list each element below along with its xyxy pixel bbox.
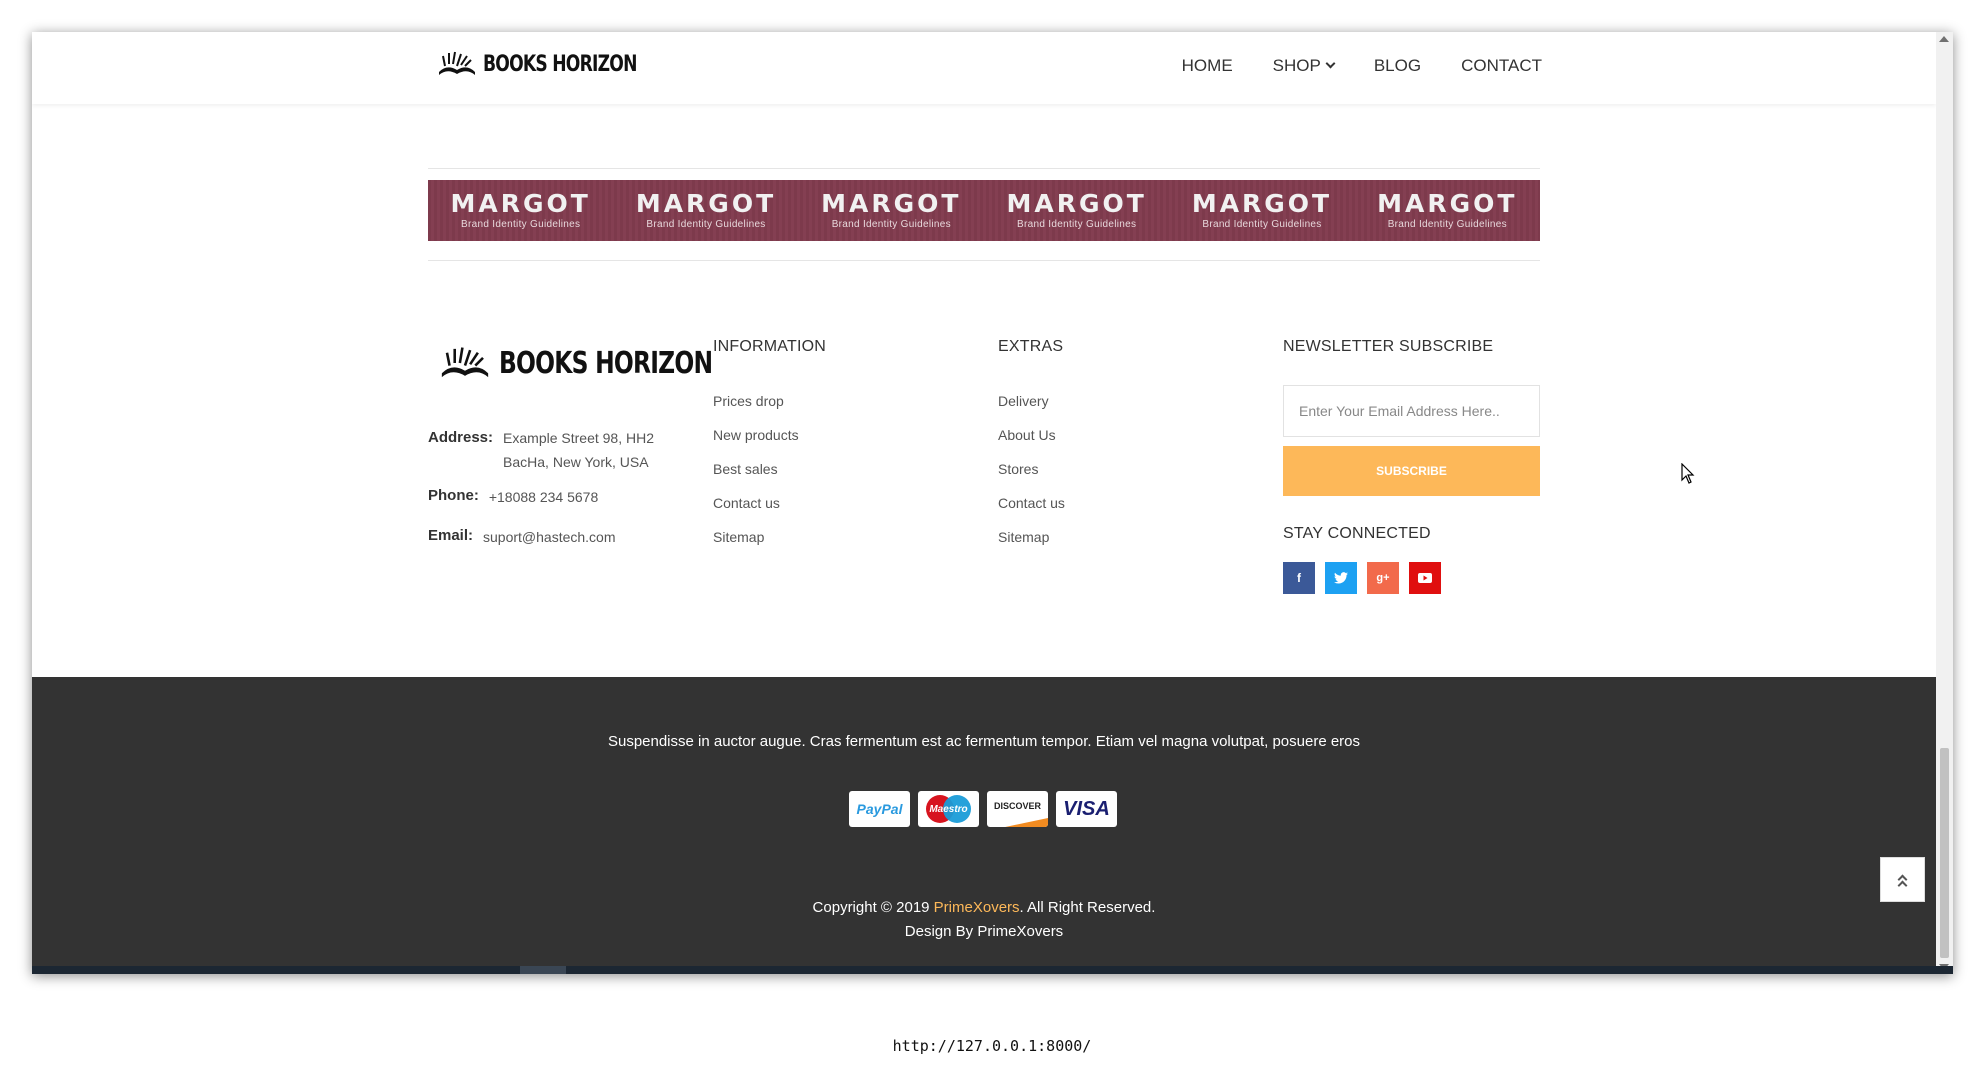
copyright-suffix: . All Right Reserved. [1019, 899, 1156, 916]
web-page: BOOKS HORIZON HOME SHOP BLOG CONTACT MAR… [32, 32, 1936, 974]
brand-subtitle: Brand Identity Guidelines [646, 218, 766, 230]
phone-label: Phone: [428, 487, 479, 504]
facebook-icon[interactable]: f [1283, 562, 1315, 594]
taskbar-active-item[interactable] [520, 966, 566, 974]
brand-name: MARGOT [1006, 188, 1147, 218]
header-logo[interactable]: BOOKS HORIZON [437, 50, 680, 78]
brand-logo[interactable]: MARGOT Brand Identity Guidelines [984, 180, 1169, 241]
address-label: Address: [428, 429, 494, 446]
email-value[interactable]: suport@hastech.com [483, 527, 616, 547]
address-row: Address: Example Street 98, HH2 BacHa, N… [428, 426, 654, 474]
brand-subtitle: Brand Identity Guidelines [831, 218, 951, 230]
paypal-label: PayPal [856, 801, 903, 817]
brand-name: MARGOT [1377, 188, 1518, 218]
subscribe-button[interactable]: SUBSCRIBE [1283, 446, 1540, 496]
nav-shop[interactable]: SHOP [1272, 56, 1336, 76]
email-label: Email: [428, 527, 474, 544]
information-list: Prices drop New products Best sales Cont… [713, 391, 799, 561]
brand-subtitle: Brand Identity Guidelines [1387, 218, 1507, 230]
brand-name: MARGOT [1191, 188, 1333, 218]
vertical-scrollbar[interactable] [1936, 32, 1953, 974]
scroll-up-arrow-icon[interactable] [1939, 36, 1949, 42]
site-header: BOOKS HORIZON HOME SHOP BLOG CONTACT [32, 32, 1936, 104]
maestro-icon: Maestro [918, 791, 979, 827]
divider [428, 260, 1540, 261]
brand-logo[interactable]: MARGOT Brand Identity Guidelines [428, 180, 613, 241]
brand-logo[interactable]: MARGOT Brand Identity Guidelines [613, 180, 798, 241]
phone-row: Phone: +18088 234 5678 [428, 487, 598, 507]
twitter-bird-icon [1334, 572, 1348, 584]
payment-methods: PayPal Maestro DISCOVER VISA [849, 791, 1117, 827]
google-plus-icon[interactable]: g+ [1367, 562, 1399, 594]
taskbar [32, 966, 1953, 974]
nav-home[interactable]: HOME [1182, 56, 1233, 76]
discover-label: DISCOVER [993, 801, 1041, 811]
brand-logo[interactable]: MARGOT Brand Identity Guidelines [799, 180, 984, 241]
newsletter-email-input[interactable] [1283, 385, 1540, 437]
extras-title: EXTRAS [998, 338, 1064, 355]
brand-subtitle: Brand Identity Guidelines [461, 218, 581, 230]
address-line-2: BacHa, New York, USA [503, 454, 649, 470]
back-to-top-button[interactable] [1880, 857, 1925, 902]
page-url: http://127.0.0.1:8000/ [892, 1037, 1092, 1055]
address-line-1: Example Street 98, HH2 [503, 430, 654, 446]
brand-name: MARGOT [821, 188, 962, 218]
youtube-play-icon [1418, 573, 1432, 583]
nav-shop-label: SHOP [1272, 56, 1321, 75]
maestro-label: Maestro [929, 803, 968, 815]
copyright-brand-link[interactable]: PrimeXovers [934, 899, 1020, 916]
double-chevron-up-icon-lower [1897, 880, 1908, 891]
extras-link-stores[interactable]: Stores [998, 459, 1065, 493]
newsletter-title: NEWSLETTER SUBSCRIBE [1283, 338, 1494, 355]
twitter-icon[interactable] [1325, 562, 1357, 594]
phone-value: +18088 234 5678 [488, 489, 599, 505]
info-link-best-sales[interactable]: Best sales [713, 459, 799, 493]
nav-blog[interactable]: BLOG [1374, 56, 1421, 76]
info-link-new-products[interactable]: New products [713, 425, 799, 459]
brand-carousel: MARGOT Brand Identity Guidelines MARGOT … [428, 180, 1540, 241]
brand-subtitle: Brand Identity Guidelines [1202, 218, 1322, 230]
info-link-sitemap[interactable]: Sitemap [713, 527, 799, 561]
stay-connected-title: STAY CONNECTED [1283, 525, 1431, 542]
footer-tagline: Suspendisse in auctor augue. Cras fermen… [607, 733, 1361, 750]
nav-contact[interactable]: CONTACT [1461, 56, 1542, 76]
information-title: INFORMATION [713, 338, 827, 355]
discover-icon: DISCOVER [987, 791, 1048, 827]
info-link-contact-us[interactable]: Contact us [713, 493, 799, 527]
footer-bottom: Suspendisse in auctor augue. Cras fermen… [32, 677, 1936, 974]
visa-icon: VISA [1056, 791, 1117, 827]
brand-name: MARGOT [450, 188, 591, 218]
copyright: Copyright © 2019 PrimeXovers. All Right … [32, 896, 1936, 944]
copyright-prefix: Copyright © 2019 [812, 899, 934, 916]
brand-name: MARGOT [635, 188, 777, 218]
brand-subtitle: Brand Identity Guidelines [1017, 218, 1137, 230]
browser-window: BOOKS HORIZON HOME SHOP BLOG CONTACT MAR… [32, 32, 1953, 974]
divider [428, 168, 1540, 169]
social-links: f g+ [1283, 562, 1441, 594]
youtube-icon[interactable] [1409, 562, 1441, 594]
chevron-down-icon [1325, 58, 1336, 69]
extras-link-delivery[interactable]: Delivery [998, 391, 1065, 425]
extras-link-sitemap[interactable]: Sitemap [998, 527, 1065, 561]
extras-link-about-us[interactable]: About Us [998, 425, 1065, 459]
logo-text: BOOKS HORIZON [483, 51, 637, 77]
design-by: Design By PrimeXovers [904, 923, 1064, 940]
mouse-cursor-icon [1681, 463, 1695, 484]
address-value: Example Street 98, HH2 BacHa, New York, … [503, 426, 654, 474]
visa-label: VISA [1063, 797, 1110, 820]
info-link-prices-drop[interactable]: Prices drop [713, 391, 799, 425]
brand-logo[interactable]: MARGOT Brand Identity Guidelines [1169, 180, 1354, 241]
paypal-icon: PayPal [849, 791, 910, 827]
extras-link-contact-us[interactable]: Contact us [998, 493, 1065, 527]
book-logo-icon [439, 51, 475, 75]
logo-text: BOOKS HORIZON [499, 345, 713, 381]
brand-logo[interactable]: MARGOT Brand Identity Guidelines [1355, 180, 1540, 241]
main-nav: HOME SHOP BLOG CONTACT [1182, 56, 1542, 76]
extras-list: Delivery About Us Stores Contact us Site… [998, 391, 1065, 561]
book-logo-icon [441, 347, 489, 378]
email-row: Email: suport@hastech.com [428, 527, 616, 547]
scrollbar-thumb[interactable] [1940, 748, 1949, 958]
